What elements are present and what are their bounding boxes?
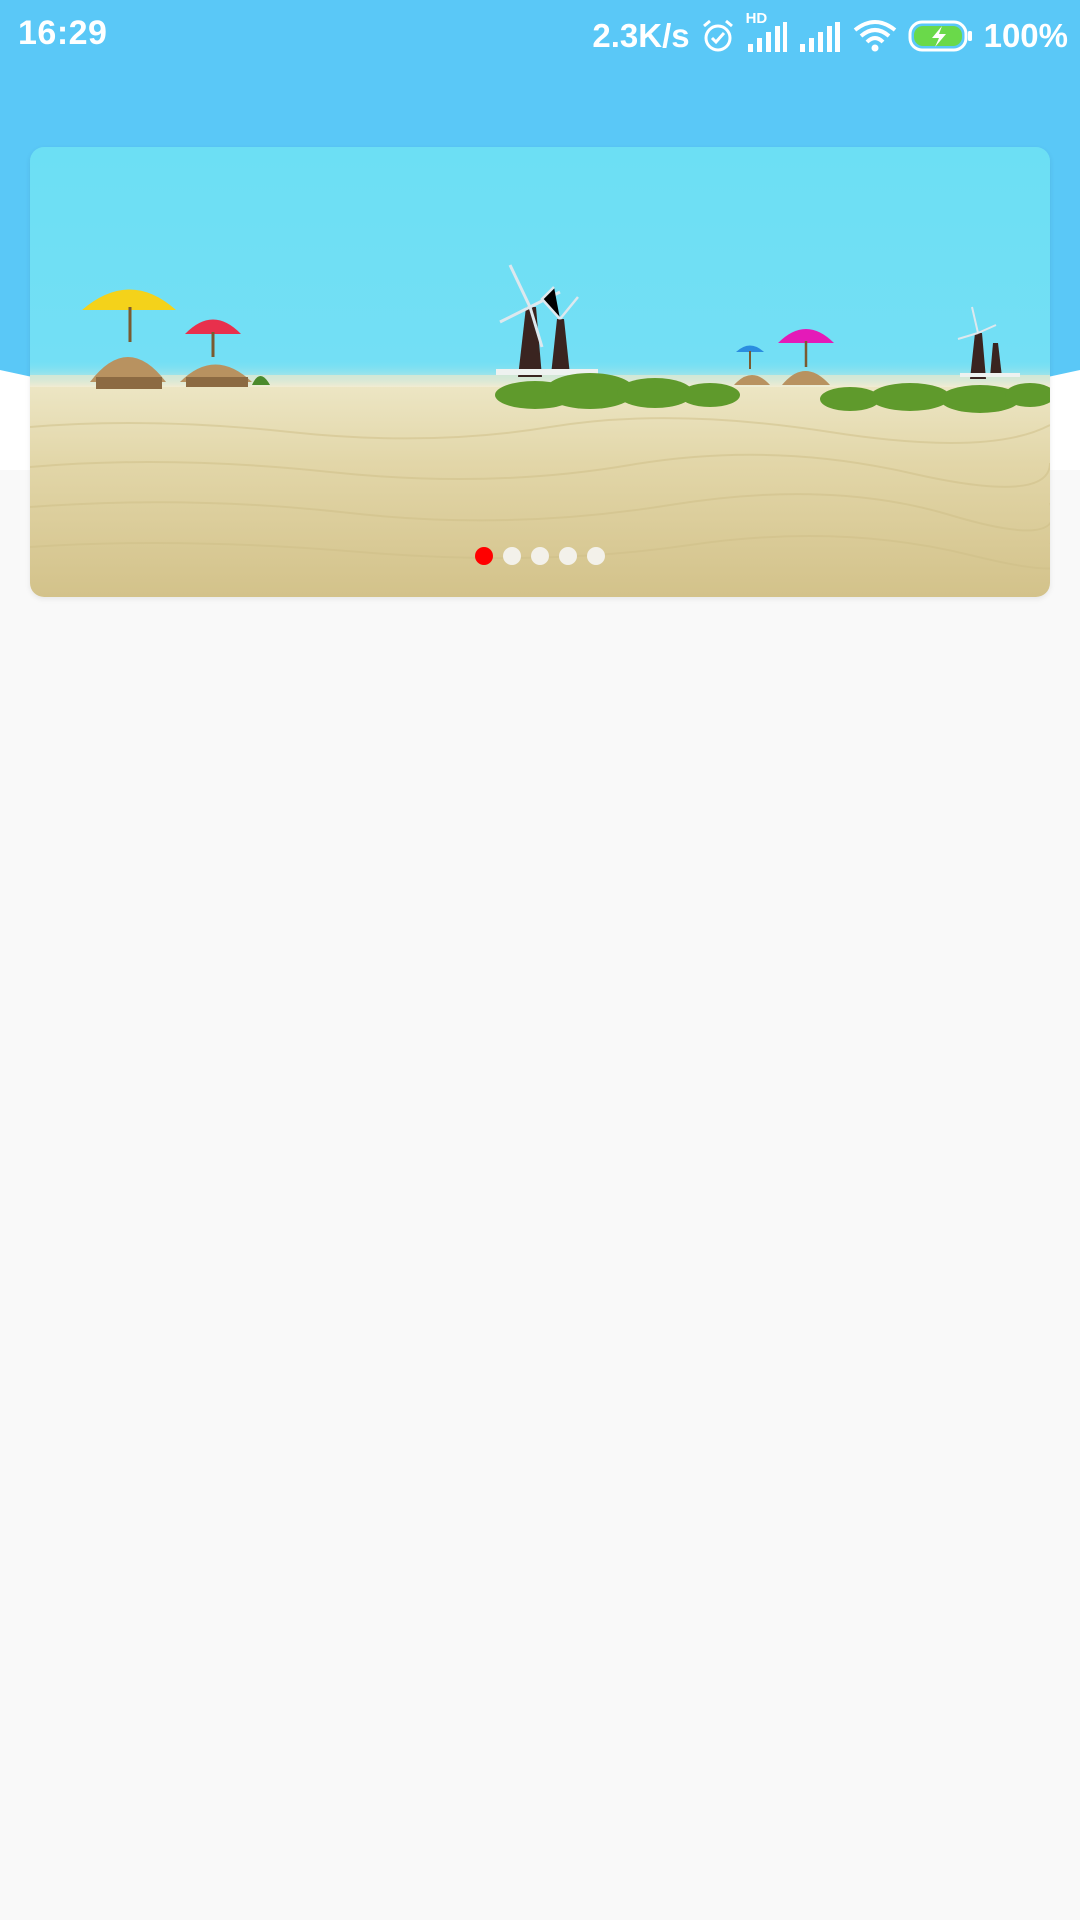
wifi-icon	[852, 18, 898, 54]
signal-hd-icon: HD	[746, 10, 788, 54]
hd-label: HD	[745, 10, 768, 27]
indicator-dot-4[interactable]	[559, 547, 577, 565]
status-time: 16:29	[18, 14, 108, 52]
battery-charging-icon	[908, 19, 974, 53]
banner-carousel[interactable]	[30, 147, 1050, 597]
indicator-dot-1[interactable]	[475, 547, 493, 565]
carousel-indicators	[30, 547, 1050, 565]
indicator-dot-2[interactable]	[503, 547, 521, 565]
alarm-icon	[700, 18, 736, 54]
signal-icon	[798, 18, 842, 54]
indicator-dot-3[interactable]	[531, 547, 549, 565]
status-bar: 16:29 2.3K/s HD 100%	[0, 0, 1080, 72]
content-area	[0, 600, 1080, 1920]
battery-percentage: 100%	[983, 17, 1068, 54]
indicator-dot-5[interactable]	[587, 547, 605, 565]
network-speed: 2.3K/s	[592, 17, 690, 54]
banner-image	[30, 147, 1050, 597]
status-icons: 2.3K/s HD 100%	[592, 10, 1068, 60]
